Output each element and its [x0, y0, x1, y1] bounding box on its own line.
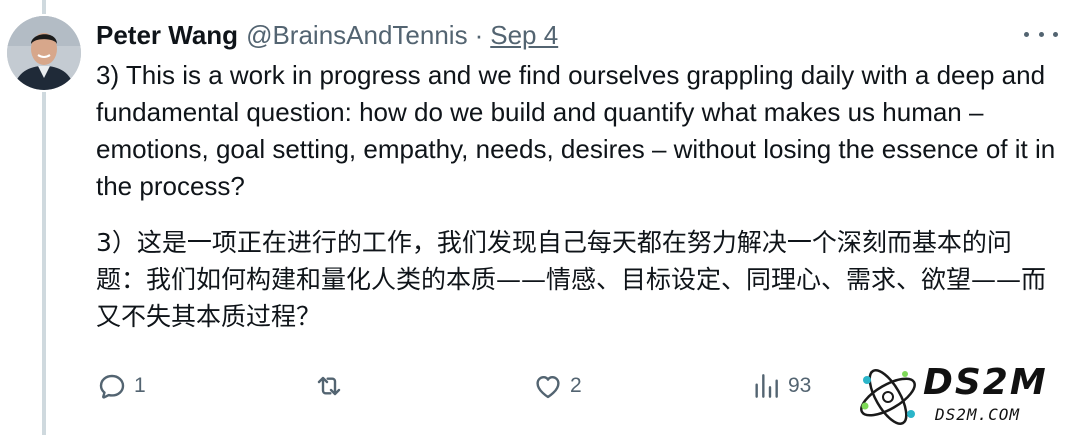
tweet-body: 3) This is a work in progress and we fin…	[96, 57, 1061, 335]
reply-button[interactable]: 1	[96, 368, 146, 404]
tweet-header: Peter Wang @BrainsAndTennis · Sep 4	[96, 18, 558, 52]
tweet[interactable]: Peter Wang @BrainsAndTennis · Sep 4 3) T…	[0, 0, 1080, 435]
reply-icon	[99, 374, 125, 399]
author-handle[interactable]: @BrainsAndTennis	[246, 18, 468, 52]
watermark-title: DS2M	[923, 362, 1048, 403]
reply-count: 1	[134, 374, 146, 397]
more-options-icon[interactable]	[1024, 22, 1058, 46]
thread-line-top	[42, 0, 46, 14]
retweet-button[interactable]	[313, 368, 351, 404]
tweet-actions: 1 2 93	[96, 368, 836, 404]
tweet-text-english: 3) This is a work in progress and we fin…	[96, 60, 1056, 201]
header-separator: ·	[474, 20, 484, 50]
avatar-photo	[7, 16, 81, 90]
retweet-icon	[317, 376, 341, 396]
watermark: DS2M DS2M.COM	[855, 360, 1070, 435]
tweet-date-link[interactable]: Sep 4	[490, 18, 558, 52]
author-display-name[interactable]: Peter Wang	[96, 18, 238, 52]
watermark-subtitle: DS2M.COM	[935, 405, 1021, 424]
avatar[interactable]	[7, 16, 81, 90]
views-count: 93	[788, 374, 812, 397]
tweet-text-chinese: 3）这是一项正在进行的工作，我们发现自己每天都在努力解决一个深刻而基本的问题：我…	[96, 228, 1047, 331]
analytics-icon	[755, 374, 778, 398]
like-button[interactable]: 2	[532, 368, 582, 404]
thread-line-bottom	[42, 92, 46, 435]
heart-icon	[536, 376, 560, 399]
like-count: 2	[570, 374, 582, 397]
watermark-atom-logo	[860, 369, 916, 425]
views-button[interactable]: 93	[750, 368, 811, 404]
